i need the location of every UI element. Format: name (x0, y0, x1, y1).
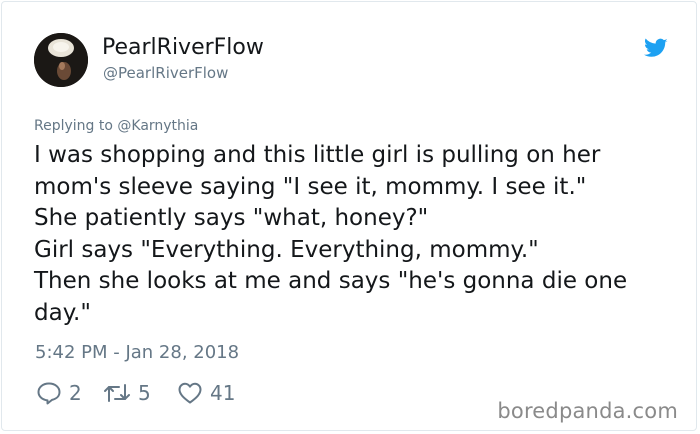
tweet-body-line: I was shopping and this little girl is p… (34, 142, 601, 168)
reply-icon (37, 382, 61, 405)
replying-to[interactable]: Replying to @Karnythia (34, 118, 198, 134)
tweet-body: I was shopping and this little girl is p… (34, 140, 674, 329)
retweet-button[interactable]: 5 (103, 379, 151, 407)
like-button[interactable]: 41 (177, 379, 235, 407)
tweet-body-line: mom's sleeve saying "I see it, mommy. I … (34, 173, 587, 200)
tweet-body-line: Girl says "Everything. Everything, mommy… (34, 236, 539, 263)
avatar[interactable] (34, 33, 88, 87)
watermark: boredpanda.com (497, 399, 678, 423)
retweet-icon (104, 384, 130, 402)
retweet-count: 5 (138, 381, 151, 405)
tweet-body-line: day." (34, 299, 91, 326)
display-name[interactable]: PearlRiverFlow (102, 35, 264, 60)
reply-count: 2 (69, 381, 82, 405)
avatar-image (34, 33, 88, 87)
reply-button[interactable]: 2 (36, 379, 82, 407)
tweet-card: PearlRiverFlow @PearlRiverFlow Replying … (1, 1, 697, 431)
tweet-body-line: She patiently says "what, honey?" (34, 205, 429, 231)
heart-icon (178, 382, 202, 404)
timestamp[interactable]: 5:42 PM - Jan 28, 2018 (35, 342, 239, 363)
twitter-bird-icon[interactable] (644, 38, 668, 59)
tweet-body-line: Then she looks at me and says "he's gonn… (34, 268, 628, 294)
like-count: 41 (210, 381, 236, 405)
user-handle[interactable]: @PearlRiverFlow (103, 64, 228, 82)
